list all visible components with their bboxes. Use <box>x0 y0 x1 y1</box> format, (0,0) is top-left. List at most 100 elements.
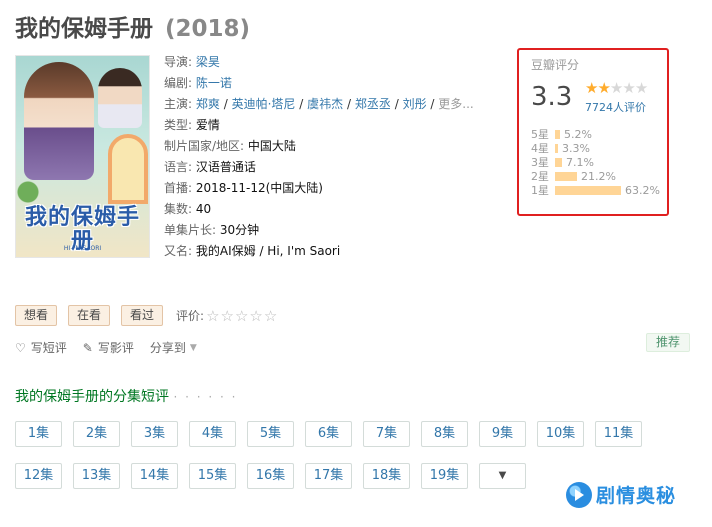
share-dropdown[interactable]: 分享到 ▼ <box>150 339 197 356</box>
country-value: 中国大陆 <box>247 139 296 153</box>
cast-sep: / <box>223 97 228 111</box>
star-half-icon: ★ <box>597 79 610 97</box>
cast-sep: / <box>346 97 352 111</box>
action-bar: 想看 在看 看过 评价: ☆☆☆☆☆ <box>15 305 278 326</box>
rating-dist-percent: 7.1% <box>566 156 594 169</box>
rate-stars-input[interactable]: ☆☆☆☆☆ <box>206 307 278 325</box>
rating-dist-bar <box>555 172 577 181</box>
premiere-value: 2018-11-12(中国大陆) <box>195 181 323 195</box>
rating-dist-label: 2星 <box>531 170 549 183</box>
cast-link[interactable]: 郑爽 <box>196 97 220 111</box>
cast-link[interactable]: 虞祎杰 <box>307 97 343 111</box>
rating-dist-percent: 3.3% <box>562 142 590 155</box>
director-row: 导演: 梁昊 <box>164 52 474 73</box>
write-review-button[interactable]: ✎ 写影评 <box>83 339 134 356</box>
episode-button[interactable]: 7集 <box>363 421 410 447</box>
episode-button[interactable]: 13集 <box>73 463 120 489</box>
rating-dist-row: 5星 5.2% <box>531 128 660 142</box>
rating-dist-percent: 21.2% <box>581 170 616 183</box>
rating-dist-percent: 5.2% <box>564 128 592 141</box>
episodes-label: 集数: <box>164 202 193 216</box>
director-link[interactable]: 梁昊 <box>196 55 220 69</box>
writer-link[interactable]: 陈一诺 <box>196 76 232 90</box>
genre-row: 类型: 爱情 <box>164 115 474 136</box>
star-empty-icon: ★ <box>634 79 648 97</box>
language-row: 语言: 汉语普通话 <box>164 157 474 178</box>
info-panel: 导演: 梁昊 编剧: 陈一诺 主演: 郑爽 / 英迪帕·塔尼 / 虞祎杰 / 郑… <box>164 52 474 262</box>
want-to-watch-button[interactable]: 想看 <box>15 305 58 326</box>
star-empty-icon: ★ <box>622 79 635 97</box>
poster-figure-woman <box>24 62 94 180</box>
episode-button[interactable]: 4集 <box>189 421 236 447</box>
episode-button[interactable]: 6集 <box>305 421 352 447</box>
cast-link[interactable]: 郑丞丞 <box>355 97 391 111</box>
title-text: 我的保姆手册 <box>15 16 153 42</box>
rating-stars: ★★★★★ <box>585 79 648 97</box>
rating-dist-row: 2星 21.2% <box>531 170 660 184</box>
pencil-icon: ✎ <box>82 340 93 355</box>
cast-more-link[interactable]: 更多... <box>438 97 473 111</box>
episode-button[interactable]: 10集 <box>537 421 584 447</box>
watermark-text: 剧情奥秘 <box>596 485 677 507</box>
short-review-button[interactable]: ♡ 写短评 <box>15 339 67 356</box>
episode-reviews-title: 我的保姆手册的分集短评 <box>15 389 169 405</box>
episode-button[interactable]: 5集 <box>247 421 294 447</box>
episode-button[interactable]: 1集 <box>15 421 62 447</box>
episode-button[interactable]: 19集 <box>421 463 468 489</box>
episodes-row: 集数: 40 <box>164 199 474 220</box>
director-label: 导演: <box>164 55 193 69</box>
rating-panel: 豆瓣评分 3.3 ★★★★★ 7724人评价 5星 5.2% 4星 3.3% 3星 7.1… <box>517 48 669 216</box>
episode-button[interactable]: 18集 <box>363 463 410 489</box>
genre-value: 爱情 <box>195 118 220 132</box>
watching-button[interactable]: 在看 <box>68 305 111 326</box>
cast-sep: / <box>299 97 304 111</box>
watched-button[interactable]: 看过 <box>121 305 164 326</box>
episode-button[interactable]: 8集 <box>421 421 468 447</box>
cast-link[interactable]: 刘彤 <box>403 97 427 111</box>
cast-sep: / <box>430 97 435 111</box>
caret-down-icon[interactable]: ▼ <box>479 463 526 489</box>
rating-votes-link[interactable]: 7724人评价 <box>585 99 646 115</box>
rating-dist-bar <box>555 130 560 139</box>
episode-button[interactable]: 3集 <box>131 421 178 447</box>
episode-button[interactable]: 15集 <box>189 463 236 489</box>
rating-dist-label: 3星 <box>531 156 549 169</box>
aka-value: 我的AI保姆 / Hi, I'm Saori <box>195 244 341 258</box>
rating-dist-bar <box>555 186 621 195</box>
rating-dist-row: 3星 7.1% <box>531 156 660 170</box>
rate-label: 评价: <box>176 309 205 323</box>
star-empty-icon: ★ <box>609 79 623 97</box>
title-year: (2018) <box>165 16 251 42</box>
runtime-value: 30分钟 <box>219 223 260 237</box>
heading-dots: · · · · · · <box>173 390 238 404</box>
share-label: 分享到 <box>149 341 186 355</box>
poster-window <box>108 134 148 204</box>
language-value: 汉语普通话 <box>195 160 256 174</box>
cast-link[interactable]: 英迪帕·塔尼 <box>232 97 296 111</box>
caret-down-icon: ▼ <box>189 342 197 353</box>
rating-dist-bar <box>555 158 562 167</box>
aka-label: 又名: <box>164 244 193 258</box>
aka-row: 又名: 我的AI保姆 / Hi, I'm Saori <box>164 241 474 262</box>
premiere-label: 首播: <box>164 181 193 195</box>
rating-dist-row: 1星 63.2% <box>531 184 660 198</box>
comment-icon: ♡ <box>15 340 26 355</box>
episode-button[interactable]: 9集 <box>479 421 526 447</box>
premiere-row: 首播: 2018-11-12(中国大陆) <box>164 178 474 199</box>
episode-button[interactable]: 11集 <box>595 421 642 447</box>
episode-button[interactable]: 2集 <box>73 421 120 447</box>
episode-button[interactable]: 16集 <box>247 463 294 489</box>
episode-button[interactable]: 14集 <box>131 463 178 489</box>
genre-label: 类型: <box>164 118 193 132</box>
rating-score: 3.3 <box>531 82 573 112</box>
poster-figure-man <box>98 68 142 128</box>
episode-button[interactable]: 17集 <box>305 463 352 489</box>
poster-image[interactable]: 我的保姆手册 HI I'M SAORI <box>15 55 150 258</box>
cast-sep: / <box>394 97 399 111</box>
episode-button[interactable]: 12集 <box>15 463 62 489</box>
rating-dist-percent: 63.2% <box>625 184 660 197</box>
secondary-actions: ♡ 写短评 ✎ 写影评 分享到 ▼ <box>15 339 213 356</box>
country-row: 制片国家/地区: 中国大陆 <box>164 136 474 157</box>
runtime-label: 单集片长: <box>164 223 217 237</box>
recommend-button[interactable]: 推荐 <box>646 333 690 352</box>
